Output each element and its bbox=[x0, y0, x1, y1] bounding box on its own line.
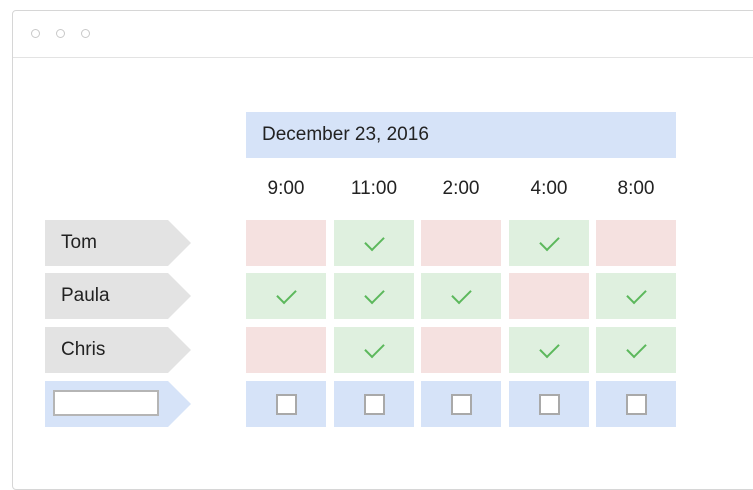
checkbox-icon[interactable] bbox=[538, 393, 560, 415]
checkmark-icon bbox=[275, 283, 297, 304]
availability-cell-yes bbox=[246, 273, 326, 319]
participant-name-tag: Paula bbox=[45, 273, 191, 319]
window-titlebar bbox=[13, 11, 753, 58]
availability-cell-no bbox=[421, 220, 501, 266]
checkbox-icon[interactable] bbox=[275, 393, 297, 415]
slot-choice-cell[interactable] bbox=[334, 381, 414, 427]
availability-cell-yes bbox=[334, 220, 414, 266]
time-slot-header: 2:00 bbox=[442, 178, 480, 199]
availability-cell-yes bbox=[509, 220, 589, 266]
availability-cell-no bbox=[509, 273, 589, 319]
participant-name: Tom bbox=[61, 232, 97, 253]
checkmark-icon bbox=[363, 337, 385, 358]
new-participant-tag bbox=[45, 381, 191, 427]
checkbox-icon[interactable] bbox=[363, 393, 385, 415]
participant-name: Paula bbox=[61, 285, 110, 306]
slot-choice-cell[interactable] bbox=[246, 381, 326, 427]
window-maximize-icon[interactable] bbox=[81, 29, 90, 38]
time-slot-header: 9:00 bbox=[267, 178, 305, 199]
window-minimize-icon[interactable] bbox=[56, 29, 65, 38]
availability-cell-no bbox=[596, 220, 676, 266]
availability-cell-yes bbox=[596, 273, 676, 319]
time-slot-header: 4:00 bbox=[530, 178, 568, 199]
poll-date-header: December 23, 2016 bbox=[246, 112, 676, 158]
checkmark-icon bbox=[450, 283, 472, 304]
slot-choice-cell[interactable] bbox=[596, 381, 676, 427]
checkmark-icon bbox=[363, 283, 385, 304]
checkmark-icon bbox=[625, 337, 647, 358]
window-close-icon[interactable] bbox=[31, 29, 40, 38]
availability-cell-yes bbox=[596, 327, 676, 373]
availability-cell-no bbox=[246, 327, 326, 373]
new-participant-name-input[interactable] bbox=[53, 390, 159, 416]
time-slot-header: 11:00 bbox=[350, 178, 398, 199]
participant-name-tag: Tom bbox=[45, 220, 191, 266]
checkmark-icon bbox=[625, 283, 647, 304]
availability-cell-no bbox=[246, 220, 326, 266]
checkmark-icon bbox=[538, 230, 560, 251]
availability-cell-yes bbox=[509, 327, 589, 373]
slot-choice-cell[interactable] bbox=[421, 381, 501, 427]
participant-name-tag: Chris bbox=[45, 327, 191, 373]
slot-choice-cell[interactable] bbox=[509, 381, 589, 427]
checkbox-icon[interactable] bbox=[450, 393, 472, 415]
availability-cell-yes bbox=[421, 273, 501, 319]
participant-name: Chris bbox=[61, 339, 106, 360]
checkmark-icon bbox=[538, 337, 560, 358]
time-slot-header: 8:00 bbox=[617, 178, 655, 199]
availability-cell-no bbox=[421, 327, 501, 373]
availability-cell-yes bbox=[334, 273, 414, 319]
checkbox-icon[interactable] bbox=[625, 393, 647, 415]
availability-cell-yes bbox=[334, 327, 414, 373]
checkmark-icon bbox=[363, 230, 385, 251]
poll-date: December 23, 2016 bbox=[262, 124, 429, 145]
